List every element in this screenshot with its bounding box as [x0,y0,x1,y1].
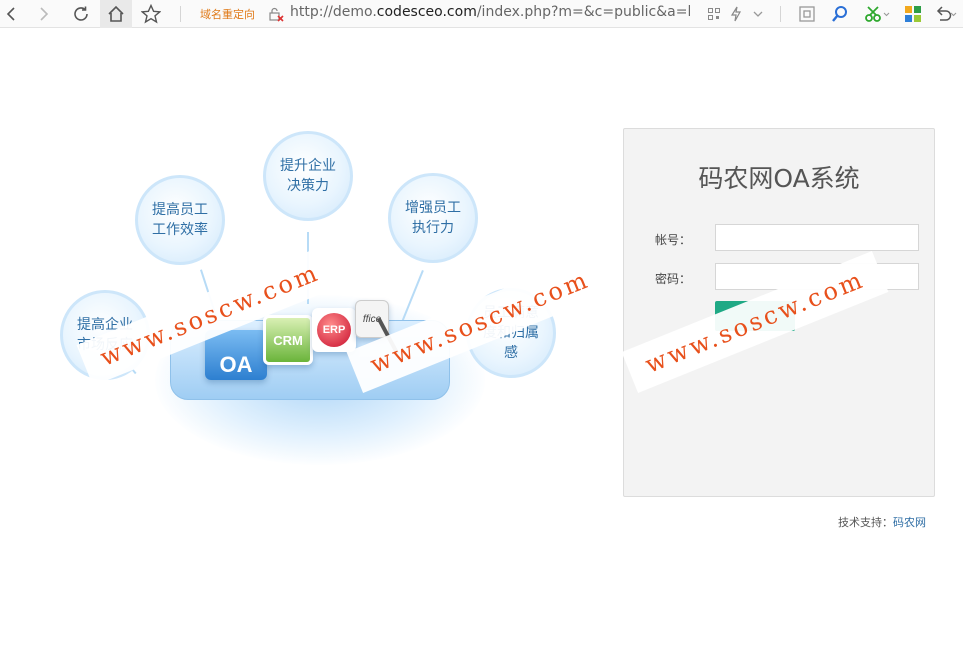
screenshot-icon[interactable] [795,0,819,28]
password-label: 密码： [655,272,692,286]
support-link[interactable]: 码农网 [893,516,926,529]
home-icon[interactable] [100,0,132,28]
toolbar-divider [180,6,181,22]
url-host: codesceo.com [376,4,477,20]
erp-box: ERP [312,308,356,352]
url-path: /index.php?m=&c=public&a=lo [476,4,690,20]
tech-support: 技术支持：码农网 [838,514,926,530]
undo-icon[interactable] [932,0,960,28]
account-input[interactable] [715,224,919,251]
redirect-label[interactable]: 域名重定向 [200,6,255,22]
erp-disc: ERP [317,313,351,347]
apps-grid-icon[interactable] [900,0,926,28]
browser-toolbar: 域名重定向 http://demo.codesceo.com/index.php… [0,0,963,28]
login-title: 码农网OA系统 [698,164,860,193]
forward-icon[interactable] [32,0,56,28]
bookmark-star-icon[interactable] [138,0,164,28]
back-icon[interactable] [0,0,22,28]
search-icon[interactable] [828,0,852,28]
account-label: 帐号： [655,233,692,247]
bubble-work-efficiency: 提高员工工作效率 [135,175,225,265]
reload-icon[interactable] [68,0,94,28]
crm-box: CRM [263,315,313,365]
chevron-down-icon[interactable] [750,0,766,28]
insecure-lock-icon[interactable] [268,6,284,22]
bubble-decision-making: 提升企业决策力 [263,131,353,221]
bubble-execution: 增强员工执行力 [388,173,478,263]
oa-box: OA [205,330,267,380]
url-prefix: http://demo. [290,4,377,20]
scissors-icon[interactable] [862,0,892,28]
address-bar[interactable]: http://demo.codesceo.com/index.php?m=&c=… [290,4,690,20]
qrcode-icon[interactable] [705,0,723,28]
lightning-icon[interactable] [727,0,745,28]
toolbar-divider [780,6,781,22]
support-prefix: 技术支持： [838,516,893,529]
